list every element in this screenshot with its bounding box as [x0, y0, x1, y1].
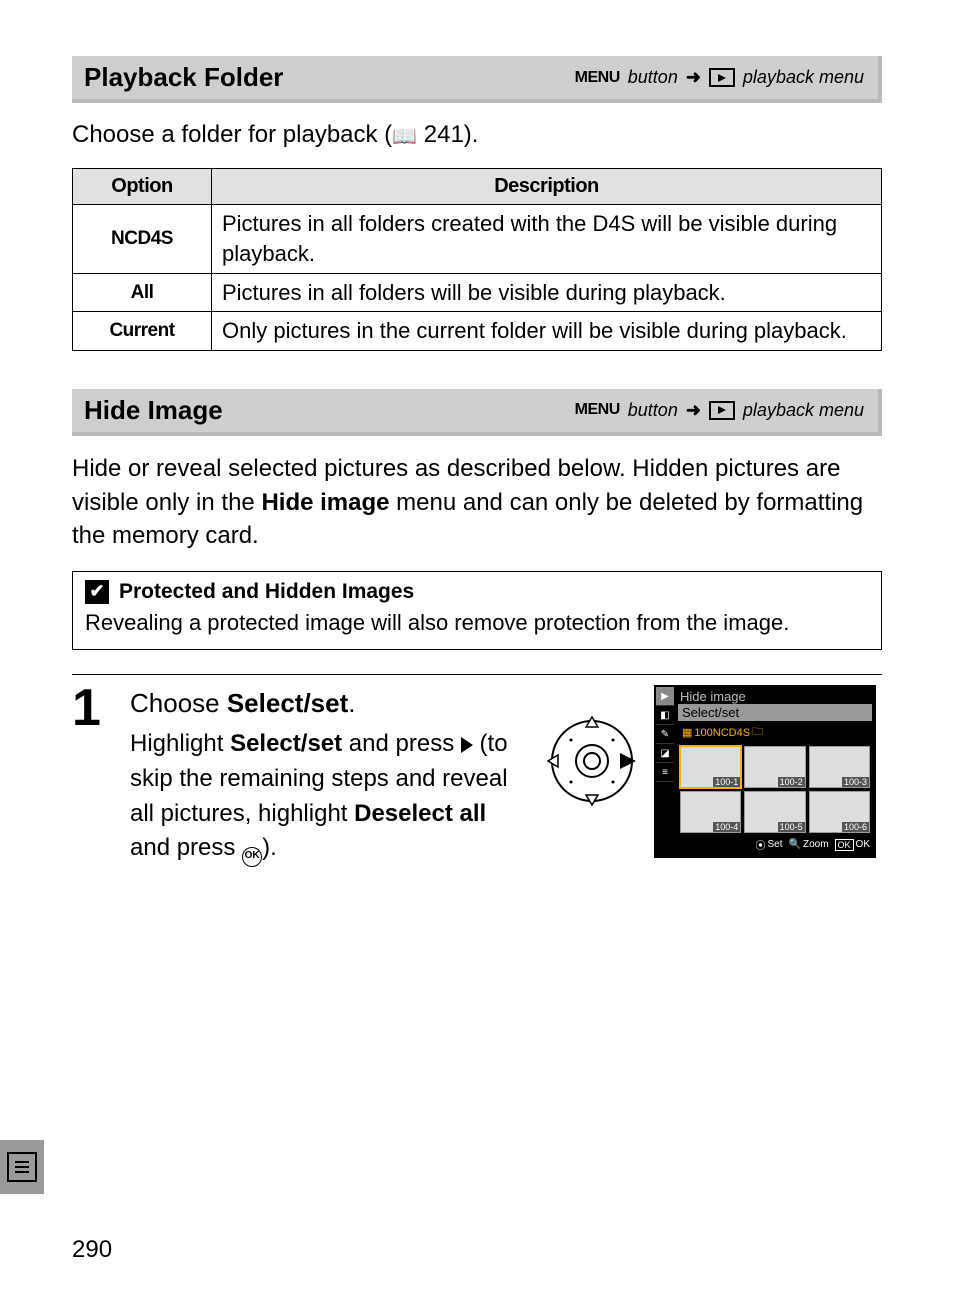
- button-word: button: [628, 67, 678, 88]
- playback-icon: [709, 68, 735, 87]
- foot-zoom: 🔍Zoom: [789, 837, 829, 852]
- option-desc: Only pictures in the current folder will…: [212, 312, 882, 351]
- magnify-icon: 🔍: [789, 839, 801, 850]
- menu-path: MENU button ➜ playback menu: [575, 400, 864, 421]
- multi-selector-icon: [542, 711, 642, 811]
- table-row: Current Only pictures in the current fol…: [73, 312, 882, 351]
- table-head-option: Option: [73, 169, 212, 205]
- option-desc: Pictures in all folders created with the…: [212, 205, 882, 273]
- table-row: NCD4S Pictures in all folders created wi…: [73, 205, 882, 273]
- thumbnail: 100-5: [744, 791, 805, 833]
- page-number: 290: [72, 1236, 112, 1264]
- camera-screen: ▶ ◧ ✎ ◪ ≡ Hide image Select/set ▦ 100NCD…: [654, 685, 876, 858]
- playback-folder-intro: Choose a folder for playback (📖 241).: [72, 119, 882, 150]
- note-check-icon: ✔: [85, 580, 109, 604]
- thumbnail: 100-3: [809, 746, 870, 788]
- menu-button-label: MENU: [575, 69, 620, 87]
- menu-path: MENU button ➜ playback menu: [575, 67, 864, 88]
- foot-set: ⦿Set: [756, 837, 783, 852]
- section-header-playback-folder: Playback Folder MENU button ➜ playback m…: [72, 56, 882, 103]
- right-arrow-icon: [461, 737, 473, 753]
- screen-tab-mymenu-icon: ≡: [656, 763, 674, 782]
- screen-folder-line: ▦ 100NCD4S 🗀: [678, 721, 872, 744]
- button-word: button: [628, 400, 678, 421]
- hide-image-intro: Hide or reveal selected pictures as desc…: [72, 452, 882, 553]
- note-body: Revealing a protected image will also re…: [85, 608, 869, 638]
- screen-tab-retouch-icon: ◪: [656, 744, 674, 763]
- screen-footer: ⦿Set 🔍Zoom OKOK: [678, 835, 872, 854]
- card-icon: ▦: [682, 726, 692, 739]
- path-target: playback menu: [743, 400, 864, 421]
- side-tab-icon: [0, 1140, 44, 1194]
- screen-tab-pencil-icon: ✎: [656, 725, 674, 744]
- option-desc: Pictures in all folders will be visible …: [212, 273, 882, 312]
- center-dot-icon: ⦿: [756, 837, 766, 852]
- screen-tab-playback-icon: ▶: [656, 687, 674, 706]
- thumbnail: 100-6: [809, 791, 870, 833]
- thumbnail: 100-4: [680, 791, 741, 833]
- section-title: Playback Folder: [84, 62, 283, 93]
- note-protected-hidden: ✔ Protected and Hidden Images Revealing …: [72, 571, 882, 651]
- note-title: Protected and Hidden Images: [119, 580, 414, 604]
- step-1: 1 Choose Select/set. Highlight Select/se…: [72, 685, 882, 866]
- section-header-hide-image: Hide Image MENU button ➜ playback menu: [72, 389, 882, 436]
- option-name: All: [73, 273, 212, 312]
- table-head-description: Description: [212, 169, 882, 205]
- table-row: All Pictures in all folders will be visi…: [73, 273, 882, 312]
- screen-tab-camera-icon: ◧: [656, 706, 674, 725]
- screen-title: Hide image: [678, 689, 872, 704]
- section-title: Hide Image: [84, 395, 223, 426]
- foot-ok: OKOK: [835, 837, 870, 852]
- screen-subtitle: Select/set: [678, 704, 872, 721]
- step-text: Choose Select/set. Highlight Select/set …: [130, 685, 524, 866]
- separator: [72, 674, 882, 675]
- book-icon: 📖: [392, 126, 417, 148]
- option-name: NCD4S: [73, 205, 212, 273]
- thumbnail-grid: 100-1 100-2 100-3 100-4 100-5 100-6: [678, 744, 872, 835]
- arrow-icon: ➜: [686, 67, 701, 88]
- ok-button-icon: OK: [242, 847, 262, 867]
- path-target: playback menu: [743, 67, 864, 88]
- playback-icon: [709, 401, 735, 420]
- step-number: 1: [72, 685, 112, 866]
- option-name: Current: [73, 312, 212, 351]
- thumbnail: 100-2: [744, 746, 805, 788]
- arrow-icon: ➜: [686, 400, 701, 421]
- playback-folder-table: Option Description NCD4S Pictures in all…: [72, 168, 882, 351]
- folder-icon: 🗀: [752, 723, 763, 742]
- thumbnail: 100-1: [680, 746, 741, 788]
- menu-button-label: MENU: [575, 401, 620, 419]
